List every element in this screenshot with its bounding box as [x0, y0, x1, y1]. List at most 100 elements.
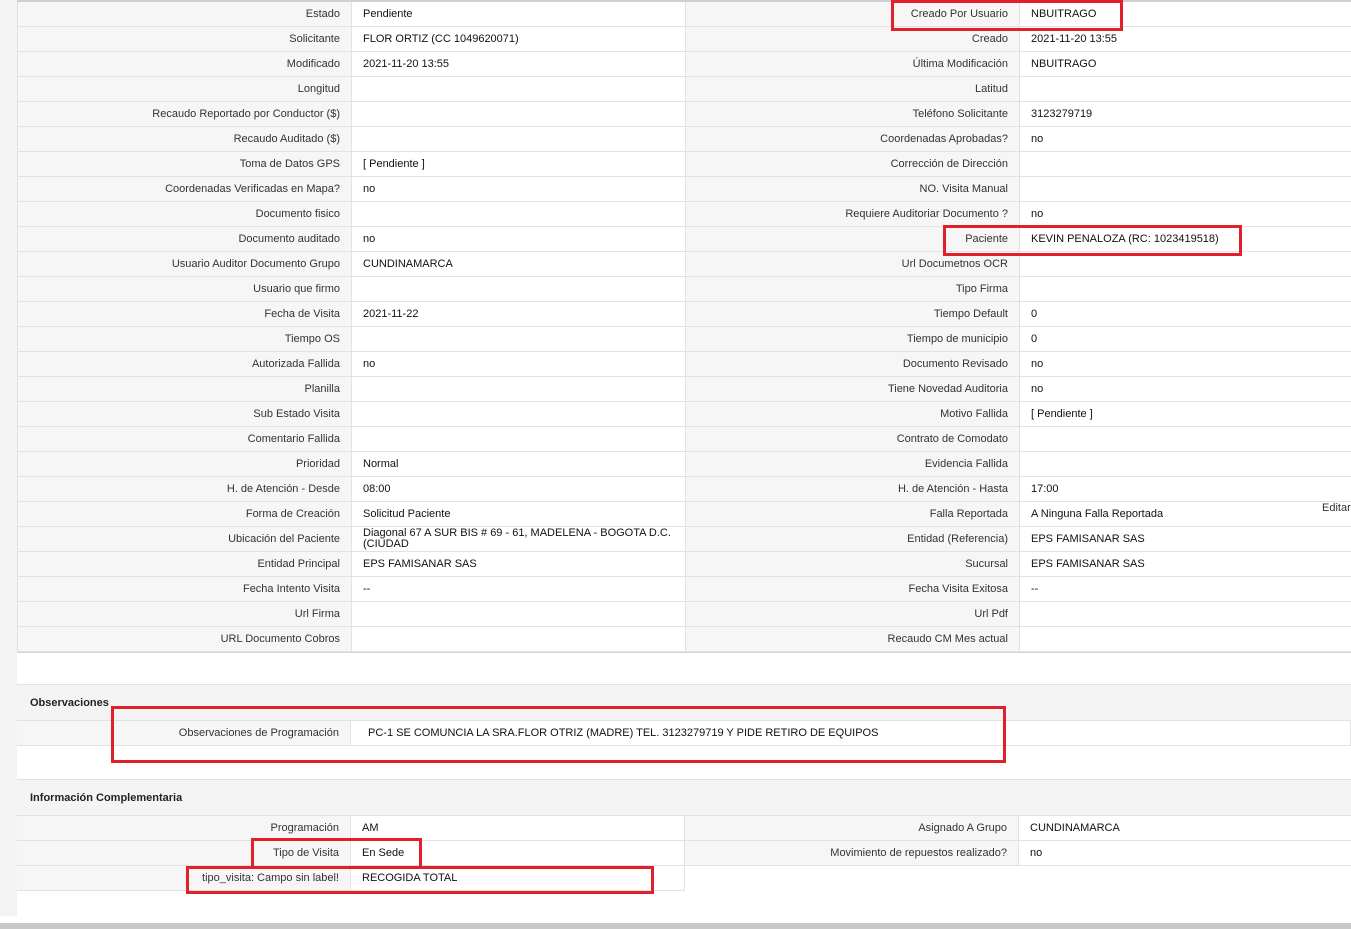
field-label-tipo-firma: Tipo Firma [686, 277, 1020, 302]
field-label-recaudo-reportado-por-conductor: Recaudo Reportado por Conductor ($) [18, 102, 352, 127]
field-label-latitud: Latitud [686, 77, 1020, 102]
bottom-scrollbar-area [0, 916, 1351, 929]
field-value-tiempo-default: 0 [1020, 302, 1351, 327]
field-value-recaudo-reportado-por-conductor [352, 102, 686, 127]
field-label-sucursal: Sucursal [686, 552, 1020, 577]
field-value-fecha-de-visita: 2021-11-22 [352, 302, 686, 327]
field-label-forma-de-creacion: Forma de Creación [18, 502, 352, 527]
field-label-movimiento-de-repuestos-realizado: Movimiento de repuestos realizado? [685, 841, 1019, 866]
field-label-usuario-auditor-documento-grupo: Usuario Auditor Documento Grupo [18, 252, 352, 277]
field-label-url-documento-cobros: URL Documento Cobros [18, 627, 352, 652]
field-label-usuario-que-firmo: Usuario que firmo [18, 277, 352, 302]
field-value-tipo-visita-campo-sin-label: RECOGIDA TOTAL [351, 866, 685, 891]
field-label-sub-estado-visita: Sub Estado Visita [18, 402, 352, 427]
field-label-documento-fisico: Documento fisico [18, 202, 352, 227]
field-label-creado: Creado [686, 27, 1020, 52]
field-value-usuario-que-firmo [352, 277, 686, 302]
field-value-documento-fisico [352, 202, 686, 227]
field-value-tiempo-de-municipio: 0 [1020, 327, 1351, 352]
field-value-ubicacion-del-paciente: Diagonal 67 A SUR BIS # 69 - 61, MADELEN… [352, 527, 686, 552]
observaciones-row: Observaciones de Programación PC-1 SE CO… [17, 721, 1351, 746]
field-label-solicitante: Solicitante [18, 27, 352, 52]
field-value-creado-por-usuario: NBUITRAGO [1020, 2, 1351, 27]
field-label-fecha-visita-exitosa: Fecha Visita Exitosa [686, 577, 1020, 602]
field-label-recaudo-auditado: Recaudo Auditado ($) [18, 127, 352, 152]
field-label-fecha-intento-visita: Fecha Intento Visita [18, 577, 352, 602]
field-label-tiempo-os: Tiempo OS [18, 327, 352, 352]
field-value-programacion: AM [351, 816, 685, 841]
field-value-estado: Pendiente [352, 2, 686, 27]
field-label-documento-auditado: Documento auditado [18, 227, 352, 252]
field-label-tiempo-default: Tiempo Default [686, 302, 1020, 327]
field-value-sucursal: EPS FAMISANAR SAS [1020, 552, 1351, 577]
observaciones-section-header: Observaciones [17, 684, 1351, 721]
field-label-contrato-de-comodato: Contrato de Comodato [686, 427, 1020, 452]
field-label-entidad-referencia: Entidad (Referencia) [686, 527, 1020, 552]
field-value-coordenadas-aprobadas: no [1020, 127, 1351, 152]
field-value-usuario-auditor-documento-grupo: CUNDINAMARCA [352, 252, 686, 277]
field-label-requiere-auditoriar-documento: Requiere Auditoriar Documento ? [686, 202, 1020, 227]
field-label-modificado: Modificado [18, 52, 352, 77]
field-label-asignado-a-grupo: Asignado A Grupo [685, 816, 1019, 841]
field-value-sub-estado-visita [352, 402, 686, 427]
field-value-documento-auditado: no [352, 227, 686, 252]
visit-detail-table: Estado Pendiente Creado Por Usuario NBUITRA… [17, 2, 1351, 653]
observaciones-programacion-value: PC-1 SE COMUNCIA LA SRA.FLOR OTRIZ (MADR… [351, 721, 1351, 745]
field-label-creado-por-usuario: Creado Por Usuario [686, 2, 1020, 27]
field-label-fecha-de-visita: Fecha de Visita [18, 302, 352, 327]
observaciones-title: Observaciones [30, 697, 109, 709]
field-label-h-de-atencion-desde: H. de Atención - Desde [18, 477, 352, 502]
complementaria-table: Programación AM Asignado A Grupo CUNDINAMAR… [17, 816, 1351, 891]
field-value-no-visita-manual [1020, 177, 1351, 202]
field-value-tipo-firma [1020, 277, 1351, 302]
field-value-motivo-fallida: [ Pendiente ] [1020, 402, 1351, 427]
field-value-url-documetnos-ocr [1020, 252, 1351, 277]
field-label-recaudo-cm-mes-actual: Recaudo CM Mes actual [686, 627, 1020, 652]
field-value-evidencia-fallida [1020, 452, 1351, 477]
field-label-programacion: Programación [17, 816, 351, 841]
field-value-solicitante: FLOR ORTIZ (CC 1049620071) [352, 27, 686, 52]
field-value-planilla [352, 377, 686, 402]
field-value-tiene-novedad-auditoria: no [1020, 377, 1351, 402]
field-value-contrato-de-comodato [1020, 427, 1351, 452]
field-label-entidad-principal: Entidad Principal [18, 552, 352, 577]
field-value-paciente: KEVIN PENALOZA (RC: 1023419518) [1020, 227, 1351, 252]
field-value-ultima-modificacion: NBUITRAGO [1020, 52, 1351, 77]
field-value-modificado: 2021-11-20 13:55 [352, 52, 686, 77]
field-label-tipo-de-visita: Tipo de Visita [17, 841, 351, 866]
field-label-correccion-de-direccion: Corrección de Dirección [686, 152, 1020, 177]
field-value-longitud [352, 77, 686, 102]
field-label-autorizada-fallida: Autorizada Fallida [18, 352, 352, 377]
field-value-url-firma [352, 602, 686, 627]
complementaria-section-header: Información Complementaria [17, 779, 1351, 816]
field-label-empty [685, 866, 1019, 891]
field-value-h-de-atencion-desde: 08:00 [352, 477, 686, 502]
field-label-paciente: Paciente [686, 227, 1020, 252]
field-label-coordenadas-verificadas-en-mapa: Coordenadas Verificadas en Mapa? [18, 177, 352, 202]
field-value-empty [1019, 866, 1351, 891]
field-label-longitud: Longitud [18, 77, 352, 102]
field-value-url-documento-cobros [352, 627, 686, 652]
field-label-estado: Estado [18, 2, 352, 27]
field-value-comentario-fallida [352, 427, 686, 452]
field-value-falla-reportada: A Ninguna Falla Reportada [1020, 502, 1351, 527]
field-label-url-documetnos-ocr: Url Documetnos OCR [686, 252, 1020, 277]
field-value-prioridad: Normal [352, 452, 686, 477]
field-value-tiempo-os [352, 327, 686, 352]
observaciones-programacion-label: Observaciones de Programación [17, 721, 351, 745]
field-label-tipo-visita-campo-sin-label: tipo_visita: Campo sin label! [17, 866, 351, 891]
edit-link[interactable]: Editar [1322, 502, 1351, 514]
complementaria-title: Información Complementaria [30, 792, 183, 804]
field-value-toma-de-datos-gps: [ Pendiente ] [352, 152, 686, 177]
field-label-coordenadas-aprobadas: Coordenadas Aprobadas? [686, 127, 1020, 152]
field-label-comentario-fallida: Comentario Fallida [18, 427, 352, 452]
field-value-fecha-intento-visita: -- [352, 577, 686, 602]
field-label-tiempo-de-municipio: Tiempo de municipio [686, 327, 1020, 352]
field-value-autorizada-fallida: no [352, 352, 686, 377]
field-value-forma-de-creacion: Solicitud Paciente [352, 502, 686, 527]
horizontal-scrollbar[interactable] [0, 923, 1351, 929]
field-label-ultima-modificacion: Última Modificación [686, 52, 1020, 77]
field-label-telefono-solicitante: Teléfono Solicitante [686, 102, 1020, 127]
field-value-entidad-principal: EPS FAMISANAR SAS [352, 552, 686, 577]
field-value-h-de-atencion-hasta: 17:00 [1020, 477, 1351, 502]
